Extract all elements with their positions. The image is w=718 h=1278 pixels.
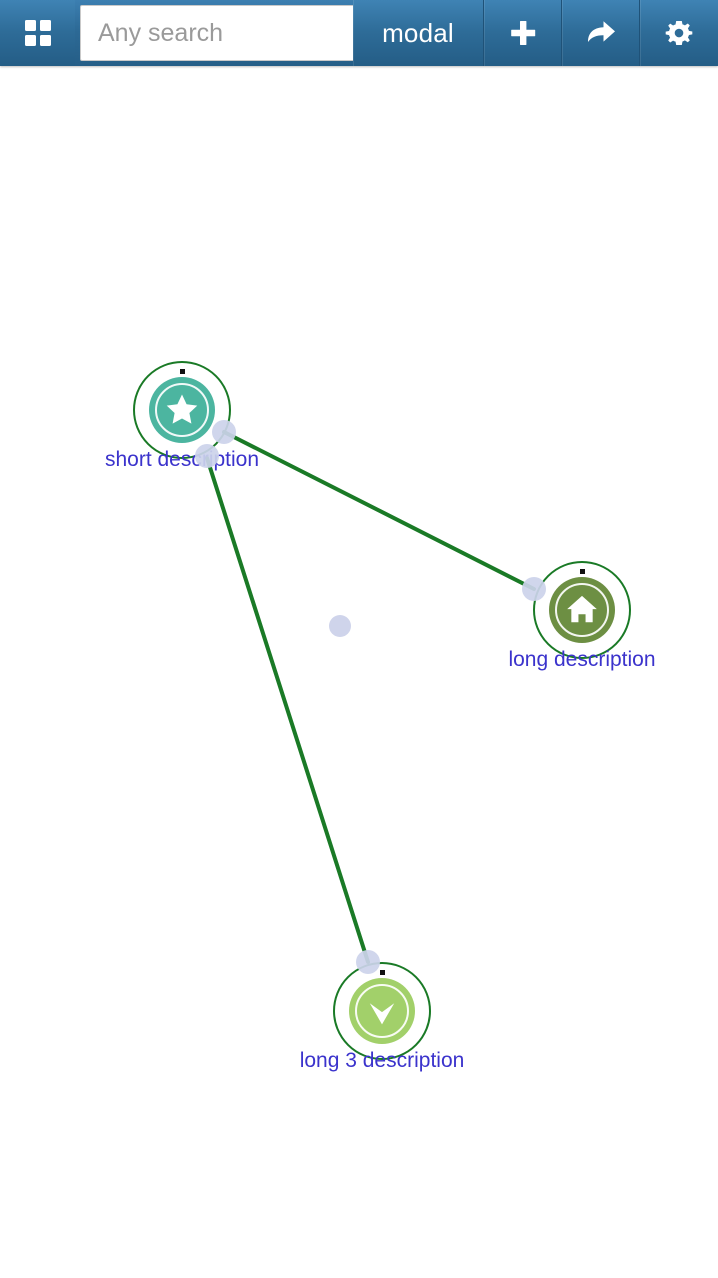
node-badge [149, 377, 215, 443]
gear-icon [665, 21, 693, 45]
free-connector-dot[interactable] [329, 615, 351, 637]
graph-node[interactable]: long 3 description [300, 962, 464, 1071]
add-button[interactable] [484, 0, 562, 66]
star-icon [166, 394, 198, 424]
edge-layer [205, 430, 536, 964]
node-connector-handle[interactable] [356, 950, 380, 974]
node-label: long description [508, 648, 656, 671]
check-icon [369, 1003, 395, 1025]
node-marker-dot [179, 369, 185, 374]
node-label: short description [104, 448, 260, 471]
node-marker-dot [379, 970, 385, 975]
node-connector-handle[interactable] [212, 420, 236, 444]
node-badge [349, 978, 415, 1044]
graph-edge[interactable] [222, 430, 536, 591]
node-connector-handle[interactable] [195, 444, 219, 468]
node-badge [549, 577, 615, 643]
share-button[interactable] [562, 0, 640, 66]
home-icon [567, 595, 597, 623]
plus-icon [510, 21, 535, 45]
node-marker-dot [579, 569, 585, 574]
graph-canvas[interactable]: short description long description long 3 … [0, 66, 718, 1278]
share-arrow-icon [587, 21, 615, 42]
search-field-wrapper [75, 0, 421, 66]
graph-edge[interactable] [205, 456, 370, 964]
settings-button[interactable] [640, 0, 718, 66]
grid-4-squares-icon [24, 20, 51, 46]
graph-node[interactable]: long description [508, 561, 656, 670]
node-label: long 3 description [299, 1049, 465, 1072]
node-connector-handle[interactable] [522, 577, 546, 601]
modal-button[interactable]: modal [353, 0, 484, 66]
graph-node[interactable]: short description [105, 361, 259, 470]
modal-button-label: modal [382, 17, 454, 48]
top-toolbar: modal [0, 0, 718, 66]
grid-menu-button[interactable] [0, 0, 75, 66]
